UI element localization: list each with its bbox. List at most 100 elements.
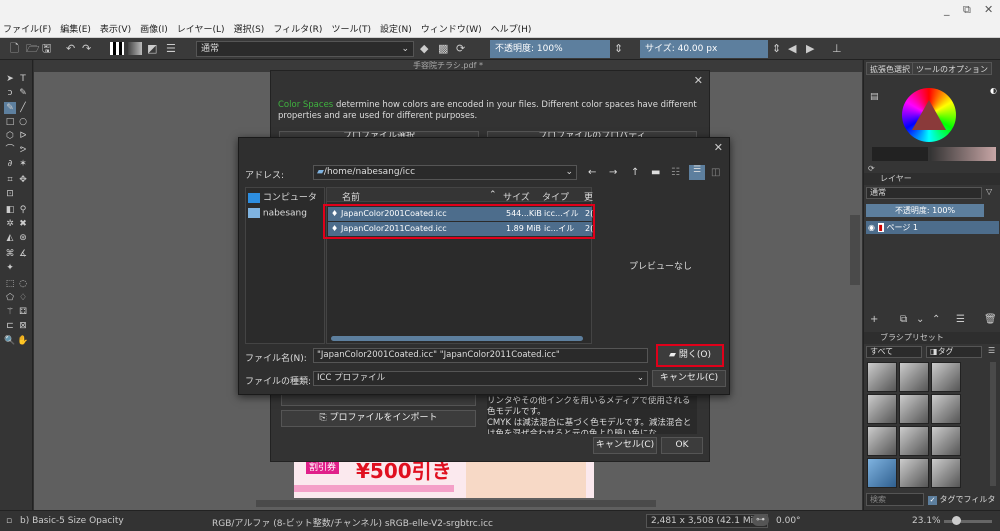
- file-list-scrollbar[interactable]: [331, 336, 583, 341]
- color-picker-icon[interactable]: ⚲: [17, 204, 29, 216]
- measure-tool-icon[interactable]: ∡: [17, 248, 29, 260]
- brush-tag-select[interactable]: ◨タグ: [926, 346, 982, 358]
- preview-toggle-icon[interactable]: ◫: [711, 167, 720, 178]
- minimize-button[interactable]: _: [944, 3, 950, 16]
- menu-help[interactable]: ヘルプ(H): [491, 22, 532, 35]
- detail-view-icon[interactable]: ☰: [689, 165, 705, 180]
- polygon-select-icon[interactable]: ⬠: [4, 292, 16, 304]
- column-size[interactable]: サイズ: [503, 190, 530, 203]
- brush-settings-icon[interactable]: ☰: [166, 42, 176, 55]
- open-button[interactable]: ▰ 開く(O): [656, 344, 724, 367]
- cancel-button[interactable]: キャンセル(C): [593, 437, 657, 454]
- enclose-fill-icon[interactable]: ⊛: [17, 232, 29, 244]
- save-icon[interactable]: 🖫: [42, 42, 51, 55]
- address-field[interactable]: ▰/home/nabesang/icc ⌄: [313, 165, 577, 180]
- layer-filter-icon[interactable]: ▽: [986, 187, 992, 196]
- mirror-horizontal-icon[interactable]: ◀: [788, 42, 796, 55]
- menu-edit[interactable]: 編集(E): [60, 22, 91, 35]
- close-icon[interactable]: ✕: [694, 74, 703, 87]
- close-icon[interactable]: ✕: [714, 141, 723, 154]
- delete-layer-icon[interactable]: 🗑: [984, 314, 997, 325]
- blend-mode-select[interactable]: 通常 ⌄: [196, 41, 414, 57]
- cancel-button[interactable]: キャンセル(C): [652, 370, 726, 387]
- brush-scrollbar[interactable]: [990, 362, 996, 486]
- brush-preset[interactable]: [931, 362, 961, 392]
- reload-icon[interactable]: ⟳: [456, 42, 465, 55]
- ok-button[interactable]: OK: [661, 437, 703, 454]
- brush-preset[interactable]: [931, 426, 961, 456]
- tag-filter-checkbox[interactable]: ✓ タグでフィルタ: [928, 493, 1000, 506]
- menu-layer[interactable]: レイヤー(L): [177, 22, 225, 35]
- ellipse-tool-icon[interactable]: ○: [17, 116, 29, 128]
- size-slider[interactable]: サイズ: 40.00 px: [640, 40, 768, 58]
- duplicate-layer-icon[interactable]: ⧉: [900, 314, 907, 325]
- brush-preset[interactable]: [931, 458, 961, 488]
- eye-icon[interactable]: ◉: [868, 223, 875, 232]
- tab-advanced-color[interactable]: 拡張色選択: [866, 62, 914, 75]
- assistant-tool-icon[interactable]: ⌘: [4, 248, 16, 260]
- rect-select-icon[interactable]: ⬚: [4, 278, 16, 290]
- undo-icon[interactable]: ↶: [66, 42, 75, 55]
- filename-input[interactable]: "JapanColor2001Coated.icc" "JapanColor20…: [313, 348, 648, 363]
- outline-select-icon[interactable]: ♢: [17, 292, 29, 304]
- back-icon[interactable]: ←: [588, 167, 596, 178]
- crop-tool-icon[interactable]: ⌗: [4, 174, 16, 186]
- place-home[interactable]: nabesang: [248, 208, 324, 223]
- eraser-icon[interactable]: ◆: [420, 42, 428, 55]
- dynamic-brush-icon[interactable]: ∂: [4, 158, 16, 170]
- list-view-icon[interactable]: ☷: [671, 167, 680, 178]
- color-triangle[interactable]: [912, 100, 946, 130]
- forward-icon[interactable]: →: [609, 167, 617, 178]
- polygon-tool-icon[interactable]: ⬡: [4, 130, 16, 142]
- brush-filter-select[interactable]: すべて: [866, 346, 922, 358]
- rotation-knob-icon[interactable]: ⊶: [752, 514, 769, 526]
- color-settings-icon[interactable]: ▤: [870, 92, 879, 102]
- opacity-slider[interactable]: 不透明度: 100%: [490, 40, 610, 58]
- place-computer[interactable]: コンピュータ: [248, 190, 324, 205]
- column-type[interactable]: タイプ: [542, 190, 569, 203]
- contiguous-select-icon[interactable]: ⚚: [4, 306, 16, 318]
- open-folder-icon[interactable]: 🗁: [26, 42, 40, 55]
- layer-opacity-slider[interactable]: 不透明度: 100%: [866, 204, 984, 217]
- brush-preset[interactable]: [867, 394, 897, 424]
- filetype-select[interactable]: ICC プロファイル ⌄: [313, 371, 648, 386]
- pattern-icon[interactable]: [128, 42, 142, 55]
- column-date[interactable]: 更: [584, 190, 593, 203]
- text-tool-icon[interactable]: T: [17, 73, 29, 85]
- column-name[interactable]: 名前: [342, 190, 360, 203]
- menu-image[interactable]: 画像(I): [140, 22, 168, 35]
- brush-preset[interactable]: [899, 394, 929, 424]
- brush-preset[interactable]: [899, 426, 929, 456]
- menu-file[interactable]: ファイル(F): [3, 22, 51, 35]
- color-swap-icon[interactable]: ◩: [147, 42, 157, 55]
- transform-tool-icon[interactable]: ⊡: [4, 188, 16, 200]
- menu-view[interactable]: 表示(V): [100, 22, 131, 35]
- select-shapes-icon[interactable]: ➤: [4, 73, 16, 85]
- close-button[interactable]: ✕: [984, 3, 993, 16]
- zoom-tool-icon[interactable]: 🔍: [4, 335, 16, 347]
- brush-search-input[interactable]: 検索: [866, 493, 924, 506]
- refresh-icon[interactable]: ⟳: [868, 164, 875, 173]
- layer-properties-icon[interactable]: ☰: [956, 314, 965, 325]
- opacity-spin-icon[interactable]: ⇕: [614, 42, 623, 55]
- size-spin-icon[interactable]: ⇕: [772, 42, 781, 55]
- brush-preset[interactable]: [931, 394, 961, 424]
- brush-preset[interactable]: [899, 362, 929, 392]
- canvas-scrollbar-vertical[interactable]: [850, 215, 860, 285]
- tab-tool-options[interactable]: ツールのオプション: [912, 62, 992, 75]
- zoom-slider-handle[interactable]: [952, 516, 961, 525]
- gradient-icon[interactable]: [110, 42, 124, 55]
- move-tool-icon[interactable]: ✥: [17, 174, 29, 186]
- polyline-tool-icon[interactable]: ᐅ: [17, 130, 29, 142]
- calligraphy-icon[interactable]: ✎: [17, 87, 29, 99]
- similar-select-icon[interactable]: ⚃: [17, 306, 29, 318]
- mirror-vertical-icon[interactable]: ▶: [806, 42, 814, 55]
- reference-images-icon[interactable]: ✦: [4, 262, 16, 274]
- menu-select[interactable]: 選択(S): [234, 22, 265, 35]
- bezier-select-icon[interactable]: ⊏: [4, 320, 16, 332]
- redo-icon[interactable]: ↷: [82, 42, 91, 55]
- freehand-brush-icon[interactable]: ✎: [4, 102, 16, 114]
- move-up-icon[interactable]: ⌃: [932, 314, 940, 325]
- import-profile-button[interactable]: ⎘ プロファイルをインポート: [281, 410, 476, 427]
- add-layer-icon[interactable]: +: [870, 314, 878, 325]
